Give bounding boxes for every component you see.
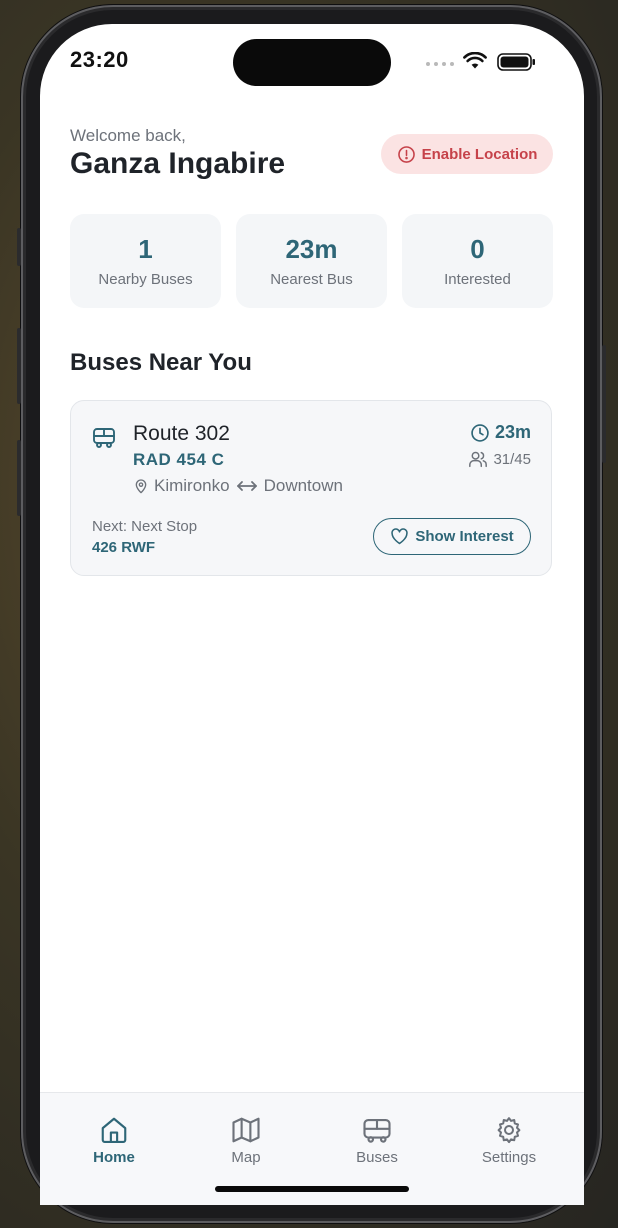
section-title: Buses Near You [70, 349, 252, 376]
capacity-value: 31/45 [493, 450, 531, 468]
alert-circle-icon [397, 145, 415, 163]
plate-number: RAD 454 C [133, 450, 225, 469]
bus-icon [363, 1118, 391, 1143]
eta-value: 23m [494, 422, 531, 442]
stat-label: Nearby Buses [98, 271, 193, 288]
users-icon [469, 451, 488, 468]
show-interest-label: Show Interest [415, 528, 514, 545]
tab-home[interactable]: Home [69, 1115, 159, 1166]
stat-card-interested: 0 Interested [402, 214, 553, 308]
tab-label: Map [231, 1149, 261, 1166]
volume-up-button [17, 328, 21, 404]
tab-label: Settings [481, 1149, 537, 1166]
home-indicator [215, 1186, 409, 1192]
arrow-left-right-icon [236, 481, 257, 491]
bus-icon [93, 428, 115, 448]
battery-icon [497, 53, 535, 71]
capacity: 31/45 [468, 450, 531, 468]
welcome-text: Welcome back, [70, 126, 186, 145]
power-button [602, 345, 606, 463]
wifi-icon [463, 52, 487, 69]
stat-card-nearby: 1 Nearby Buses [70, 214, 221, 308]
stat-label: Interested [444, 271, 511, 288]
fare: 426 RWF [92, 539, 156, 556]
dynamic-island [233, 39, 391, 86]
volume-down-button [17, 440, 21, 516]
heart-icon [391, 528, 409, 545]
bus-card[interactable]: Route 302 RAD 454 C Kimironko Downtown 2… [70, 400, 552, 576]
home-icon [101, 1117, 127, 1143]
user-name: Ganza Ingabire [70, 147, 286, 180]
route-origin: Kimironko [154, 476, 230, 495]
enable-location-label: Enable Location [421, 145, 538, 163]
route-name: Route 302 [133, 422, 230, 445]
map-pin-icon [135, 479, 147, 494]
stat-value: 23m [285, 234, 338, 264]
gear-icon [497, 1117, 521, 1144]
eta: 23m [470, 422, 531, 443]
tab-label: Home [93, 1149, 135, 1166]
action-button [17, 228, 21, 266]
tab-settings[interactable]: Settings [464, 1115, 554, 1166]
route-path: Kimironko Downtown [133, 476, 343, 496]
enable-location-button[interactable]: Enable Location [381, 134, 553, 174]
route-destination: Downtown [263, 476, 343, 495]
screen [40, 24, 584, 1204]
show-interest-button[interactable]: Show Interest [373, 518, 531, 555]
tab-label: Buses [356, 1149, 398, 1166]
tab-map[interactable]: Map [201, 1115, 291, 1166]
next-stop: Next: Next Stop [92, 518, 198, 535]
stat-value: 1 [138, 234, 153, 264]
tab-buses[interactable]: Buses [332, 1115, 422, 1166]
map-icon [232, 1117, 260, 1143]
stat-label: Nearest Bus [270, 271, 353, 288]
stat-card-nearest: 23m Nearest Bus [236, 214, 387, 308]
clock-icon [471, 423, 489, 442]
status-time: 23:20 [70, 47, 129, 72]
stat-value: 0 [470, 234, 485, 264]
cellular-signal-icon [426, 62, 454, 66]
